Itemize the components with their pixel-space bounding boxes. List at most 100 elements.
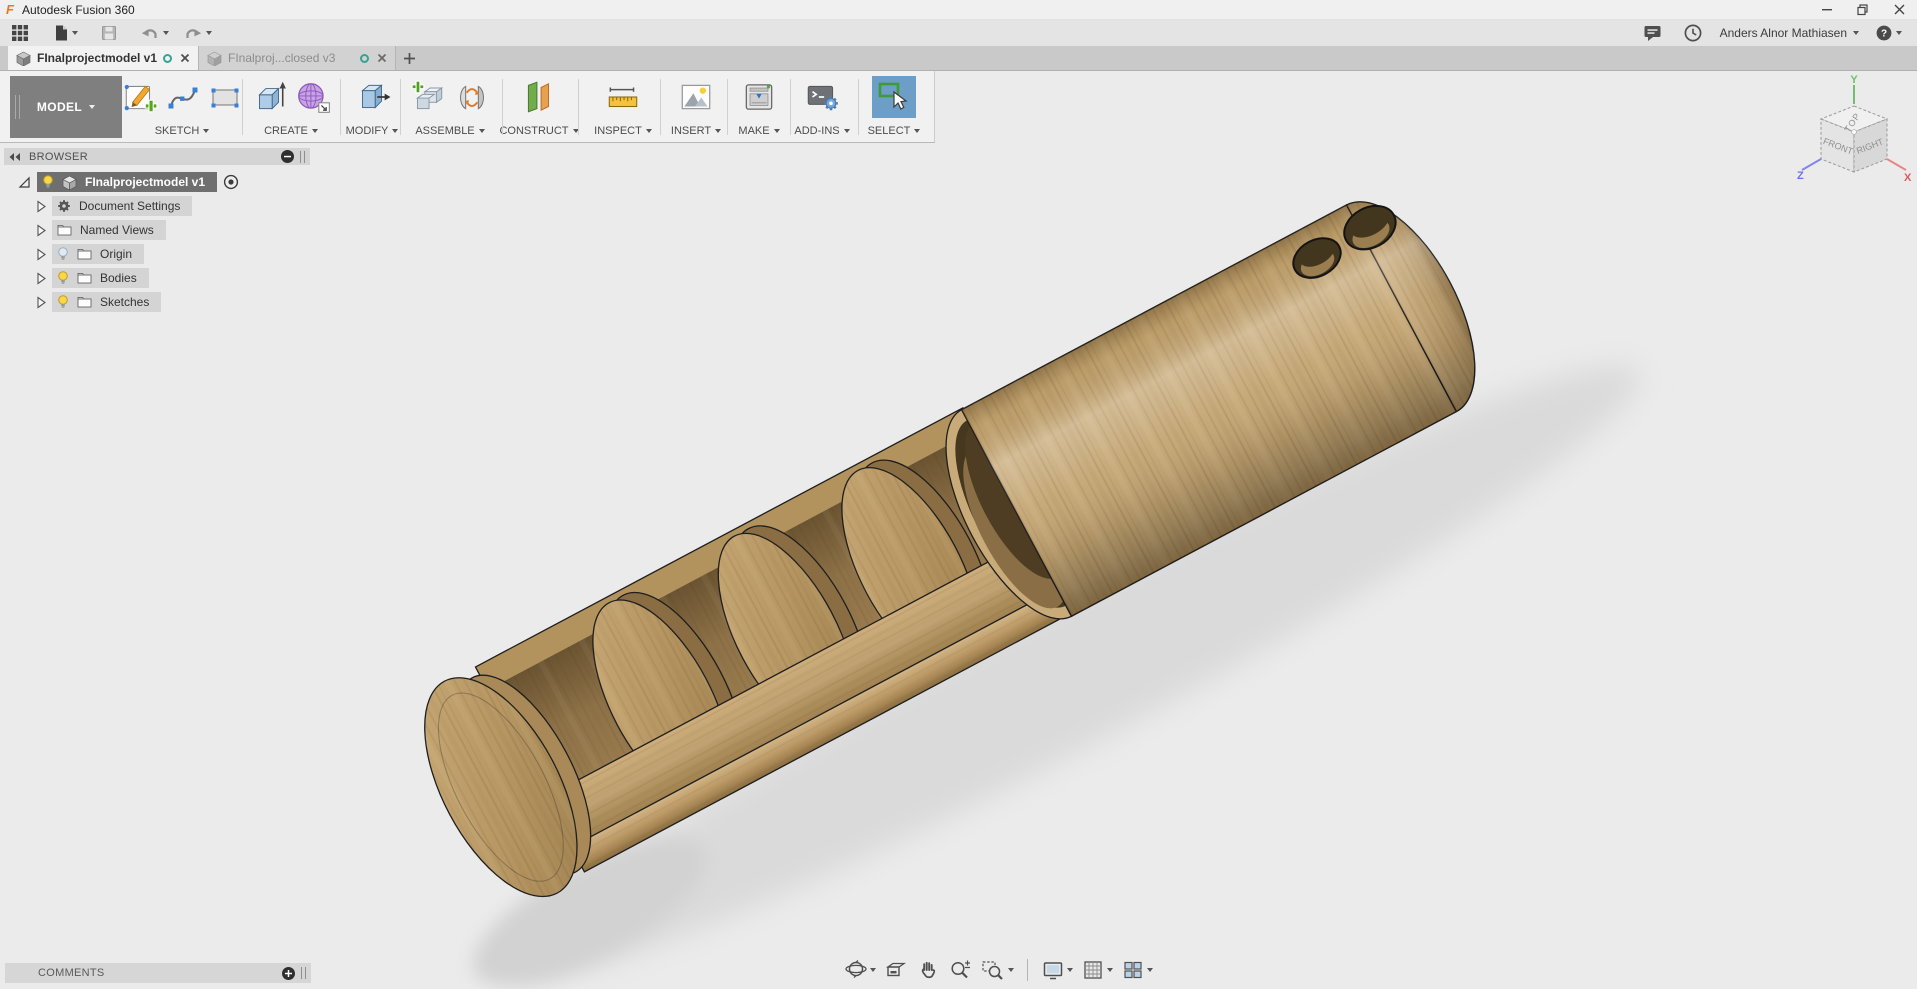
collapse-panel-icon[interactable] [9,152,21,162]
tree-row-origin[interactable]: Origin [4,244,310,264]
tree-item-label: Sketches [100,295,150,309]
workspace-selector[interactable]: MODEL [10,76,122,138]
close-button[interactable] [1881,0,1917,19]
job-status-button[interactable] [1680,21,1706,45]
tab-close-icon[interactable] [377,53,387,63]
ribbon-group-label[interactable]: INSPECT [594,125,652,140]
joint-button[interactable] [453,78,491,116]
look-at-button[interactable] [880,956,912,984]
expand-closed-icon[interactable] [36,247,46,261]
dropdown-caret-icon [478,129,485,133]
tree-row-bodies[interactable]: Bodies [4,268,310,288]
ribbon-group-construct: CONSTRUCT [499,74,579,140]
comments-panel[interactable]: COMMENTS [5,963,311,983]
tree-root-item[interactable]: FInalprojectmodel v1 [37,172,218,192]
bulb-on-icon[interactable] [57,295,69,309]
orbit-button[interactable] [840,956,880,984]
tree-row-sketches[interactable]: Sketches [4,292,310,312]
expand-open-icon[interactable] [18,176,31,189]
press-pull-button[interactable] [353,78,391,116]
redo-button[interactable] [180,23,215,43]
rectangle-button[interactable] [207,79,243,115]
tree-row-root[interactable]: FInalprojectmodel v1 [4,172,310,192]
minimize-icon [1821,9,1832,11]
new-tab-button[interactable] [396,46,422,70]
form-button[interactable] [294,78,332,116]
save-button[interactable] [97,22,121,44]
ribbon-separator [660,79,661,135]
window-zoom-button[interactable] [976,956,1018,984]
insert-image-button[interactable] [677,78,715,116]
pan-button[interactable] [912,956,944,984]
ribbon-group-label[interactable]: SKETCH [155,125,210,140]
account-menu[interactable]: Anders Alnor Mathiasen [1720,26,1859,40]
tree-item[interactable]: Sketches [52,292,162,312]
new-component-button[interactable] [409,78,447,116]
add-comment-button[interactable] [282,966,295,980]
dropdown-caret-icon [645,129,652,133]
bulb-off-icon[interactable] [57,247,69,261]
notifications-button[interactable] [1640,22,1666,44]
viewcube-home-corner[interactable] [1851,129,1857,135]
browser-minimize-button[interactable] [281,150,294,163]
browser-tree: FInalprojectmodel v1 Document Settings N… [4,172,310,312]
ribbon-group-label[interactable]: CONSTRUCT [499,125,579,140]
tree-item[interactable]: Origin [52,244,145,264]
browser-header[interactable]: BROWSER [4,148,310,165]
spline-button[interactable] [165,79,201,115]
undo-button[interactable] [137,23,172,43]
ribbon-group-label[interactable]: CREATE [264,125,318,140]
help-button[interactable]: ? [1873,23,1905,44]
create-sketch-button[interactable] [121,78,159,116]
tab-finalprojectmodel[interactable]: FInalprojectmodel v1 [8,46,198,70]
orbit-icon [845,960,867,978]
ribbon-grip-handle[interactable] [15,95,20,119]
ribbon-group-label[interactable]: SELECT [868,125,921,140]
expand-closed-icon[interactable] [36,199,46,213]
tree-row-document-settings[interactable]: Document Settings [4,196,310,216]
ribbon-group-label[interactable]: MODIFY [346,125,399,140]
display-settings-button[interactable] [1037,956,1077,984]
ribbon-group-label[interactable]: ADD-INS [794,125,850,140]
tree-row-named-views[interactable]: Named Views [4,220,310,240]
ribbon-group-label[interactable]: ASSEMBLE [415,125,485,140]
close-icon [1894,4,1904,15]
workspace-caret-icon [89,105,96,109]
workspace-label: MODEL [36,100,83,114]
construction-plane-button[interactable] [520,78,558,116]
comments-grip-handle[interactable] [301,967,306,979]
tab-close-icon[interactable] [180,53,190,63]
grid-display-button[interactable] [1077,956,1117,984]
activate-component-radio[interactable] [223,174,239,190]
expand-closed-icon[interactable] [36,295,46,309]
account-caret-icon [1853,31,1859,35]
bulb-on-icon[interactable] [42,175,54,189]
tree-item[interactable]: Named Views [52,220,166,240]
3d-print-button[interactable] [740,78,778,116]
measure-button[interactable] [604,78,642,116]
app-launcher-button[interactable] [8,22,32,44]
ribbon-group-label[interactable]: MAKE [738,125,780,140]
expand-closed-icon[interactable] [36,271,46,285]
rectangle-icon [211,88,239,108]
minimize-button[interactable] [1809,0,1845,19]
file-menu-button[interactable] [50,22,81,44]
scripts-add-ins-button[interactable] [803,78,841,116]
ribbon-separator [242,79,243,135]
tree-item[interactable]: Document Settings [52,196,193,216]
viewport-canvas[interactable]: BROWSER FInalprojectmodel v1 Document Se… [0,71,1917,989]
browser-grip-handle[interactable] [300,150,305,163]
tab-finalproj-closed[interactable]: FInalproj...closed v3 [198,46,396,70]
expand-closed-icon[interactable] [36,223,46,237]
ribbon-group-label[interactable]: INSERT [671,125,722,140]
bulb-on-icon[interactable] [57,271,69,285]
zoom-button[interactable] [944,956,976,984]
restore-button[interactable] [1845,0,1881,19]
component-cube-icon [62,175,77,190]
extrude-button[interactable] [250,78,288,116]
tree-item[interactable]: Bodies [52,268,149,288]
select-tool-button-active[interactable] [872,76,916,118]
root-label: FInalprojectmodel v1 [85,175,206,189]
viewports-button[interactable] [1117,956,1157,984]
view-cube[interactable]: Y Z X TOP FRONT RIGHT [1795,74,1915,212]
